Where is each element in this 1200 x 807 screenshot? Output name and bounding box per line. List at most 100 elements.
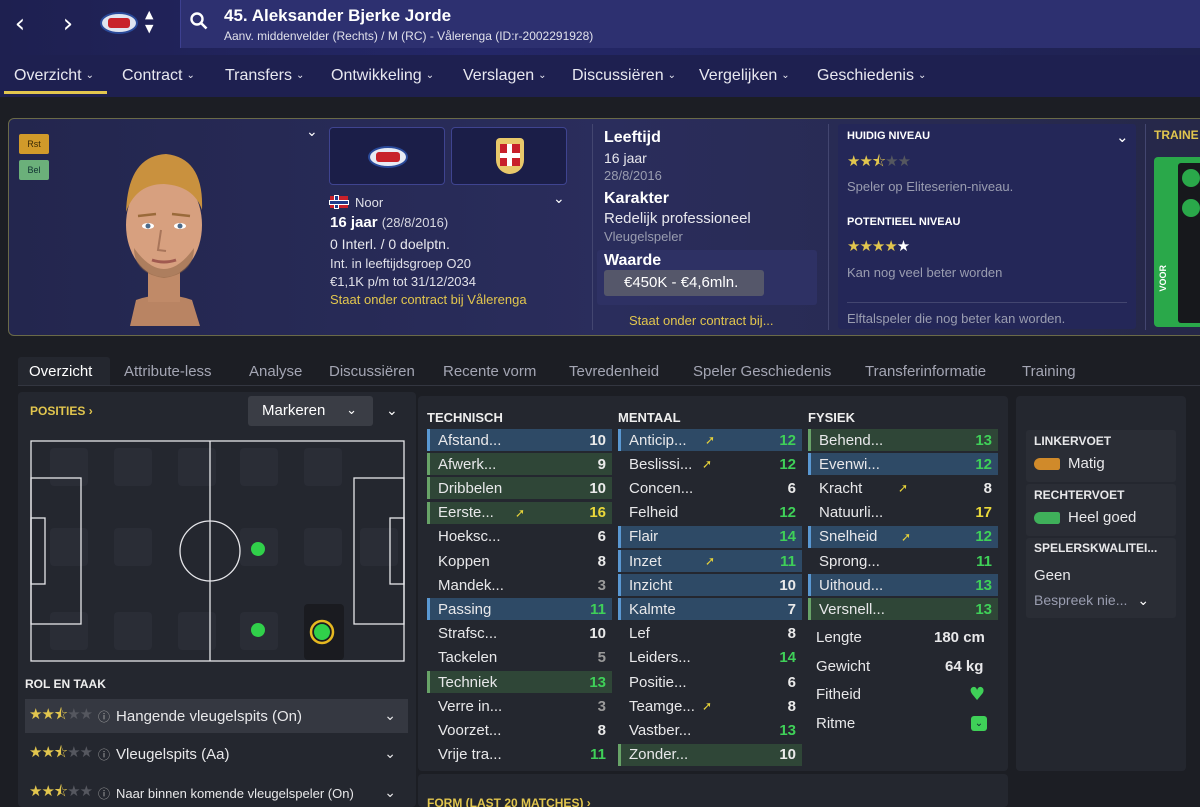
potential-level-stars: ★★★★★ [847, 237, 910, 255]
attribute-row[interactable]: Snelheid ➚ 12 [808, 525, 998, 548]
menu-contract[interactable]: Contract ⌄ [122, 67, 195, 85]
potential-summary: Elftalspeler die nog beter kan worden. [847, 311, 1066, 326]
attribute-row[interactable]: Eerste... ➚ 16 [427, 501, 612, 524]
attribute-row[interactable]: Inzet ➚ 11 [618, 550, 802, 572]
attribute-row[interactable]: Hoeksc... 6 [427, 526, 612, 548]
portrait-menu-chevron-icon[interactable]: ⌄ [306, 124, 318, 140]
attribute-value: 16 [589, 504, 606, 522]
role-row[interactable]: ★★⯪★★ ⓘ Naar binnen komende vleugelspele… [25, 776, 408, 807]
attribute-row[interactable]: Flair 14 [618, 525, 802, 548]
attribute-row[interactable]: Tackelen 5 [427, 647, 612, 669]
wage-label: €1,1K p/m tot 31/12/2034 [330, 274, 476, 289]
training-strip[interactable]: VOOR [1154, 157, 1200, 327]
attribute-row[interactable]: Afstand... 10 [427, 429, 612, 451]
rhythm-check-icon: ⌄ [971, 716, 987, 731]
attribute-row[interactable]: Felheid 12 [618, 502, 802, 524]
info-icon[interactable]: ⓘ [98, 708, 110, 725]
club-crest-icon[interactable] [100, 12, 138, 34]
nation-chevron-icon[interactable]: ⌄ [553, 191, 565, 207]
attribute-row[interactable]: Beslissi... ➚ 12 [618, 453, 802, 475]
attribute-row[interactable]: Strafsc... 10 [427, 623, 612, 645]
attribute-row[interactable]: Koppen 8 [427, 550, 612, 572]
info-icon[interactable]: ⓘ [98, 785, 110, 802]
attribute-row[interactable]: Leiders... 14 [618, 647, 802, 669]
form-link[interactable]: FORM (LAST 20 MATCHES) › [427, 796, 591, 807]
attribute-name: Sprong... [819, 552, 880, 570]
attribute-row[interactable]: Teamge... ➚ 8 [618, 695, 802, 717]
discuss-dropdown[interactable]: Bespreek nie... ⌄ [1034, 592, 1149, 609]
tab-training[interactable]: Training [1022, 363, 1076, 380]
caps-label: 0 Interl. / 0 doelptn. [330, 236, 450, 252]
attribute-name: Afstand... [438, 431, 502, 449]
attribute-name: Beslissi... [629, 455, 693, 473]
contract-short-link[interactable]: Staat onder contract bij... [629, 313, 774, 328]
tab-discussieren[interactable]: Discussiëren [329, 363, 415, 380]
menu-geschiedenis[interactable]: Geschiedenis ⌄ [817, 67, 926, 85]
attribute-row[interactable]: Vastber... 13 [618, 719, 802, 741]
attribute-row[interactable]: Dribbelen 10 [427, 477, 612, 500]
attribute-row[interactable]: Concen... 6 [618, 477, 802, 499]
attribute-row[interactable]: Voorzet... 8 [427, 719, 612, 741]
forward-arrow-icon[interactable]: › [50, 8, 86, 40]
attribute-row[interactable]: Afwerk... 9 [427, 453, 612, 476]
attribute-row[interactable]: Kalmte 7 [618, 598, 802, 621]
attribute-row[interactable]: Zonder... 10 [618, 743, 802, 766]
tab-tevredenheid[interactable]: Tevredenheid [569, 363, 659, 380]
attribute-row[interactable]: Sprong... 11 [808, 550, 998, 572]
tab-overzicht[interactable]: Overzicht [29, 363, 92, 380]
role-row[interactable]: ★★⯪★★ ⓘ Vleugelspits (Aa) ⌄ [25, 737, 408, 771]
value-range[interactable]: €450K - €4,6mln. [604, 270, 764, 296]
info-char-value: Redelijk professioneel [604, 210, 751, 227]
attribute-row[interactable]: Inzicht 10 [618, 574, 802, 597]
attribute-row[interactable]: Uithoud... 13 [808, 574, 998, 597]
attribute-name: Natuurli... [819, 504, 884, 522]
attribute-row[interactable]: Positie... 6 [618, 671, 802, 693]
player-portrait [110, 150, 218, 326]
attribute-row[interactable]: Evenwi... 12 [808, 453, 998, 476]
menu-verslagen[interactable]: Verslagen ⌄ [463, 67, 547, 85]
club-logo-card[interactable] [329, 127, 445, 185]
highlight-dropdown[interactable]: Markeren ⌄ [248, 396, 373, 426]
nation-logo-card[interactable] [451, 127, 567, 185]
ability-chevron-icon[interactable]: ⌄ [1116, 128, 1129, 146]
tab-attribute-less[interactable]: Attribute-less [124, 363, 212, 380]
attribute-row[interactable]: Verre in... 3 [427, 695, 612, 717]
contract-link[interactable]: Staat onder contract bij Vålerenga [330, 292, 527, 307]
attribute-row[interactable]: Versnell... 13 [808, 598, 998, 621]
chevron-down-icon[interactable]: ⌄ [384, 746, 396, 762]
tab-transferinformatie[interactable]: Transferinformatie [865, 363, 986, 380]
attribute-row[interactable]: Anticip... ➚ 12 [618, 429, 802, 451]
tab-analyse[interactable]: Analyse [249, 363, 302, 380]
role-row[interactable]: ★★⯪★★ ⓘ Hangende vleugelspits (On) ⌄ [25, 699, 408, 733]
attribute-row[interactable]: Behend... 13 [808, 429, 998, 451]
club-switch-icon[interactable]: ▲ ▼ [145, 8, 153, 36]
chevron-down-icon[interactable]: ⌄ [384, 785, 396, 801]
panel-chevron-icon[interactable]: ⌄ [386, 403, 398, 419]
attribute-row[interactable]: Kracht ➚ 8 [808, 477, 998, 499]
back-arrow-icon[interactable]: ‹ [2, 8, 38, 40]
attribute-value: 13 [975, 576, 992, 594]
tab-speler-geschiedenis[interactable]: Speler Geschiedenis [693, 363, 831, 380]
attribute-row[interactable]: Mandek... 3 [427, 574, 612, 596]
tab-recente-vorm[interactable]: Recente vorm [443, 363, 536, 380]
attribute-value: 5 [597, 649, 606, 667]
status-badge-rst[interactable]: Rst [19, 134, 49, 154]
attribute-row[interactable]: Vrije tra... 11 [427, 744, 612, 766]
training-icon [1182, 169, 1200, 187]
positions-link[interactable]: POSITIES › [30, 404, 93, 418]
attribute-row[interactable]: Techniek 13 [427, 671, 612, 693]
search-icon[interactable] [190, 12, 208, 30]
menu-discussieren[interactable]: Discussiëren ⌄ [572, 67, 676, 85]
attribute-row[interactable]: Lef 8 [618, 623, 802, 645]
menu-vergelijken[interactable]: Vergelijken ⌄ [699, 67, 790, 85]
status-badge-bel[interactable]: Bel [19, 160, 49, 180]
menu-overzicht[interactable]: Overzicht ⌄ [14, 67, 94, 85]
divider [847, 302, 1127, 303]
attribute-row[interactable]: Natuurli... 17 [808, 502, 998, 524]
chevron-down-icon[interactable]: ⌄ [384, 708, 396, 724]
attribute-row[interactable]: Passing 11 [427, 598, 612, 621]
menu-transfers[interactable]: Transfers ⌄ [225, 67, 304, 85]
info-icon[interactable]: ⓘ [98, 746, 110, 763]
attribute-name: Leiders... [629, 649, 691, 667]
menu-ontwikkeling[interactable]: Ontwikkeling ⌄ [331, 67, 434, 85]
